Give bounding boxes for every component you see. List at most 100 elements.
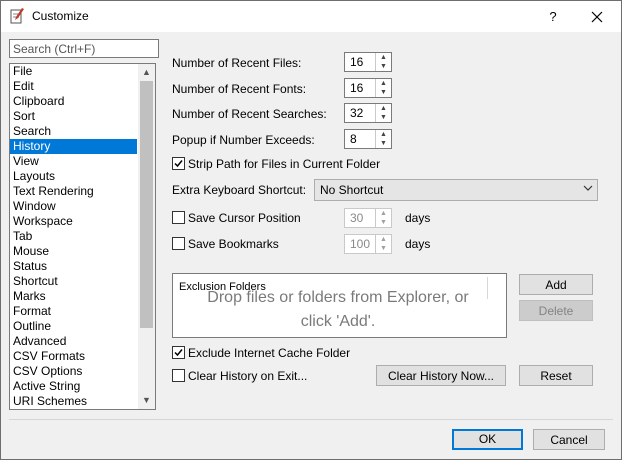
save-bookmarks-checkbox[interactable] [172, 237, 185, 250]
category-item[interactable]: Text Rendering [10, 184, 137, 199]
notepad-pen-icon [10, 8, 24, 24]
extra-shortcut-label: Extra Keyboard Shortcut: [172, 183, 307, 197]
extra-shortcut-dropdown[interactable]: No Shortcut [314, 179, 598, 201]
recent-fonts-label: Number of Recent Fonts: [172, 82, 307, 96]
spin-down-icon[interactable]: ▼ [376, 218, 391, 227]
save-cursor-days-value: 30 [350, 211, 364, 225]
category-item[interactable]: Marks [10, 289, 137, 304]
recent-searches-label: Number of Recent Searches: [172, 107, 327, 121]
popup-exceeds-label: Popup if Number Exceeds: [172, 133, 315, 147]
customize-dialog: Customize ? FileEditClipboardSortSearchH… [0, 0, 622, 460]
drop-hint: Drop files or folders from Explorer, or … [187, 286, 489, 334]
spinner-arrows[interactable]: ▲ ▼ [375, 53, 391, 71]
spin-down-icon[interactable]: ▼ [376, 62, 391, 71]
save-cursor-checkbox[interactable] [172, 211, 185, 224]
clear-on-exit-checkbox[interactable] [172, 369, 185, 382]
exclude-cache-checkbox[interactable] [172, 346, 185, 359]
extra-shortcut-value: No Shortcut [320, 183, 384, 197]
scrollbar-thumb[interactable] [140, 81, 153, 328]
exclusion-folders-list[interactable]: Exclusion Folders Drop files or folders … [172, 273, 507, 338]
category-item[interactable]: Outline [10, 319, 137, 334]
clear-on-exit-label: Clear History on Exit... [188, 369, 308, 383]
drop-hint-line1: Drop files or folders from Explorer, or [207, 289, 469, 306]
category-item[interactable]: View [10, 154, 137, 169]
spin-down-icon[interactable]: ▼ [376, 244, 391, 253]
save-bookmarks-unit: days [405, 237, 431, 251]
spin-down-icon[interactable]: ▼ [376, 88, 391, 97]
add-button[interactable]: Add [519, 274, 593, 295]
recent-files-spinner[interactable]: 16 ▲ ▼ [344, 52, 392, 72]
cancel-button[interactable]: Cancel [533, 429, 605, 450]
category-item[interactable]: Shortcut [10, 274, 137, 289]
category-item[interactable]: Sort [10, 109, 137, 124]
footer-separator [9, 419, 613, 420]
checkmark-icon [174, 160, 183, 168]
save-bookmarks-days-value: 100 [350, 237, 371, 251]
strip-path-checkbox[interactable] [172, 157, 185, 170]
reset-button[interactable]: Reset [519, 365, 593, 386]
popup-exceeds-value: 8 [350, 132, 357, 146]
spin-up-icon[interactable]: ▲ [376, 79, 391, 88]
close-icon [591, 11, 603, 23]
save-cursor-unit: days [405, 211, 431, 225]
category-item[interactable]: URI Schemes [10, 394, 137, 409]
category-item[interactable]: Format [10, 304, 137, 319]
category-item[interactable]: Active String [10, 379, 137, 394]
search-input[interactable] [9, 39, 159, 58]
category-item[interactable]: Layouts [10, 169, 137, 184]
recent-files-value: 16 [350, 55, 364, 69]
spin-up-icon[interactable]: ▲ [376, 209, 391, 218]
save-bookmarks-label: Save Bookmarks [188, 237, 279, 251]
category-item[interactable]: File [10, 64, 137, 79]
ok-button[interactable]: OK [452, 429, 523, 450]
spin-down-icon[interactable]: ▼ [376, 113, 391, 122]
recent-searches-spinner[interactable]: 32 ▲ ▼ [344, 103, 392, 123]
category-list[interactable]: File Edit Clipboard Sort Search History View La… [9, 63, 156, 410]
spinner-arrows[interactable]: ▲ ▼ [375, 130, 391, 148]
chevron-down-icon [583, 185, 593, 191]
clear-history-now-button[interactable]: Clear History Now... [376, 365, 506, 386]
popup-exceeds-spinner[interactable]: 8 ▲ ▼ [344, 129, 392, 149]
drop-hint-line2: click 'Add'. [300, 313, 376, 330]
category-items: File Edit Clipboard Sort Search History View La… [10, 64, 137, 409]
category-item[interactable]: Edit [10, 79, 137, 94]
category-item[interactable]: CSV Formats [10, 349, 137, 364]
category-scrollbar[interactable]: ▲ ▼ [138, 64, 155, 409]
category-item[interactable]: Advanced [10, 334, 137, 349]
close-button[interactable] [585, 7, 609, 27]
chevron-down-icon[interactable]: ▼ [138, 392, 155, 409]
delete-button[interactable]: Delete [519, 300, 593, 321]
recent-files-label: Number of Recent Files: [172, 56, 302, 70]
category-item[interactable]: History [10, 139, 137, 154]
spin-down-icon[interactable]: ▼ [376, 139, 391, 148]
spinner-arrows[interactable]: ▲ ▼ [375, 235, 391, 253]
spinner-arrows[interactable]: ▲ ▼ [375, 209, 391, 227]
spin-up-icon[interactable]: ▲ [376, 53, 391, 62]
category-item[interactable]: Status [10, 259, 137, 274]
spin-up-icon[interactable]: ▲ [376, 130, 391, 139]
category-item[interactable]: Mouse [10, 244, 137, 259]
chevron-up-icon[interactable]: ▲ [138, 64, 155, 81]
save-cursor-days-spinner[interactable]: 30 ▲ ▼ [344, 208, 392, 228]
recent-fonts-spinner[interactable]: 16 ▲ ▼ [344, 78, 392, 98]
exclude-cache-label: Exclude Internet Cache Folder [188, 346, 351, 360]
save-cursor-label: Save Cursor Position [188, 211, 301, 225]
spin-up-icon[interactable]: ▲ [376, 235, 391, 244]
spinner-arrows[interactable]: ▲ ▼ [375, 79, 391, 97]
strip-path-label: Strip Path for Files in Current Folder [188, 157, 381, 171]
recent-searches-value: 32 [350, 106, 364, 120]
category-item[interactable]: Window [10, 199, 137, 214]
save-bookmarks-days-spinner[interactable]: 100 ▲ ▼ [344, 234, 392, 254]
spin-up-icon[interactable]: ▲ [376, 104, 391, 113]
title-bar: Customize ? [1, 1, 621, 32]
category-item[interactable]: Clipboard [10, 94, 137, 109]
category-item[interactable]: CSV Options [10, 364, 137, 379]
recent-fonts-value: 16 [350, 81, 364, 95]
spinner-arrows[interactable]: ▲ ▼ [375, 104, 391, 122]
help-button[interactable]: ? [541, 7, 565, 27]
category-item[interactable]: Search [10, 124, 137, 139]
checkmark-icon [174, 349, 183, 357]
category-item[interactable]: Tab [10, 229, 137, 244]
dialog-title: Customize [32, 9, 89, 23]
category-item[interactable]: Workspace [10, 214, 137, 229]
